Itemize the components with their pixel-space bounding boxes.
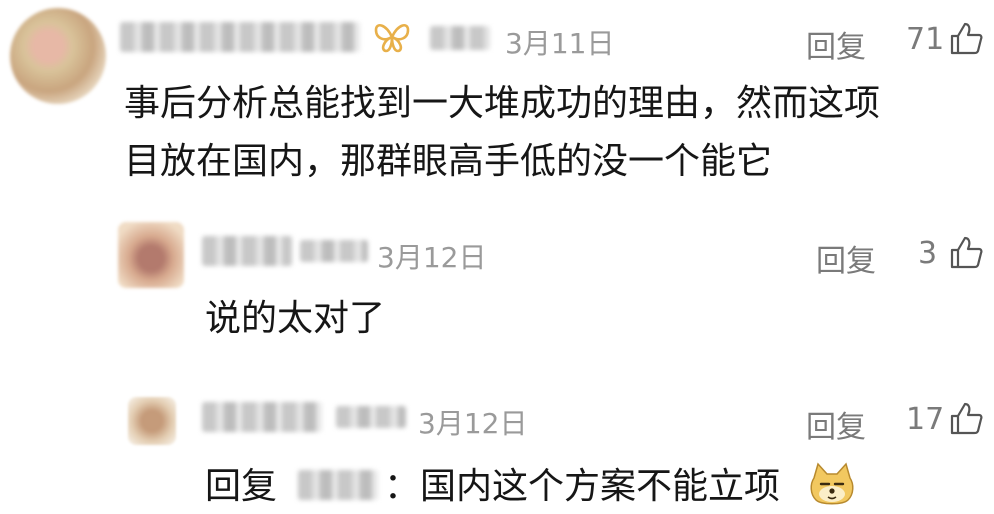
like-count: 3 — [918, 236, 938, 271]
user-tag-blurred — [430, 26, 490, 50]
username-blurred[interactable] — [202, 236, 292, 266]
username-blurred[interactable] — [120, 22, 360, 52]
comment-date: 3月12日 — [418, 407, 528, 440]
comment-date: 3月12日 — [377, 241, 487, 274]
reply-prefix: 回复 — [205, 466, 278, 507]
doge-emoji-icon — [808, 462, 856, 508]
user-tag-blurred — [336, 406, 406, 428]
butterfly-badge-icon — [372, 20, 412, 54]
username-blurred[interactable] — [202, 402, 322, 432]
comment-text: 说的太对了 — [205, 298, 386, 339]
like-count: 17 — [906, 402, 945, 437]
user-tag-blurred — [300, 240, 368, 262]
avatar[interactable] — [128, 397, 176, 445]
comment-date: 3月11日 — [505, 27, 615, 60]
reply-button[interactable]: 回复 — [806, 22, 866, 66]
reply-button[interactable]: 回复 — [816, 236, 876, 280]
comment-text-line2: 目放在国内，那群眼高手低的没一个能它 — [124, 141, 773, 182]
avatar[interactable] — [118, 222, 184, 288]
avatar[interactable] — [10, 8, 106, 104]
mentioned-user-blurred[interactable] — [298, 470, 378, 500]
reply-text: ：国内这个方案不能立项 — [384, 466, 781, 507]
reply-button[interactable]: 回复 — [806, 402, 866, 446]
thumbs-up-icon[interactable] — [948, 234, 984, 270]
thumbs-up-icon[interactable] — [948, 20, 984, 56]
thumbs-up-icon[interactable] — [948, 400, 984, 436]
comment-text-line1: 事后分析总能找到一大堆成功的理由，然而这项 — [124, 83, 881, 124]
like-count: 71 — [906, 22, 945, 57]
